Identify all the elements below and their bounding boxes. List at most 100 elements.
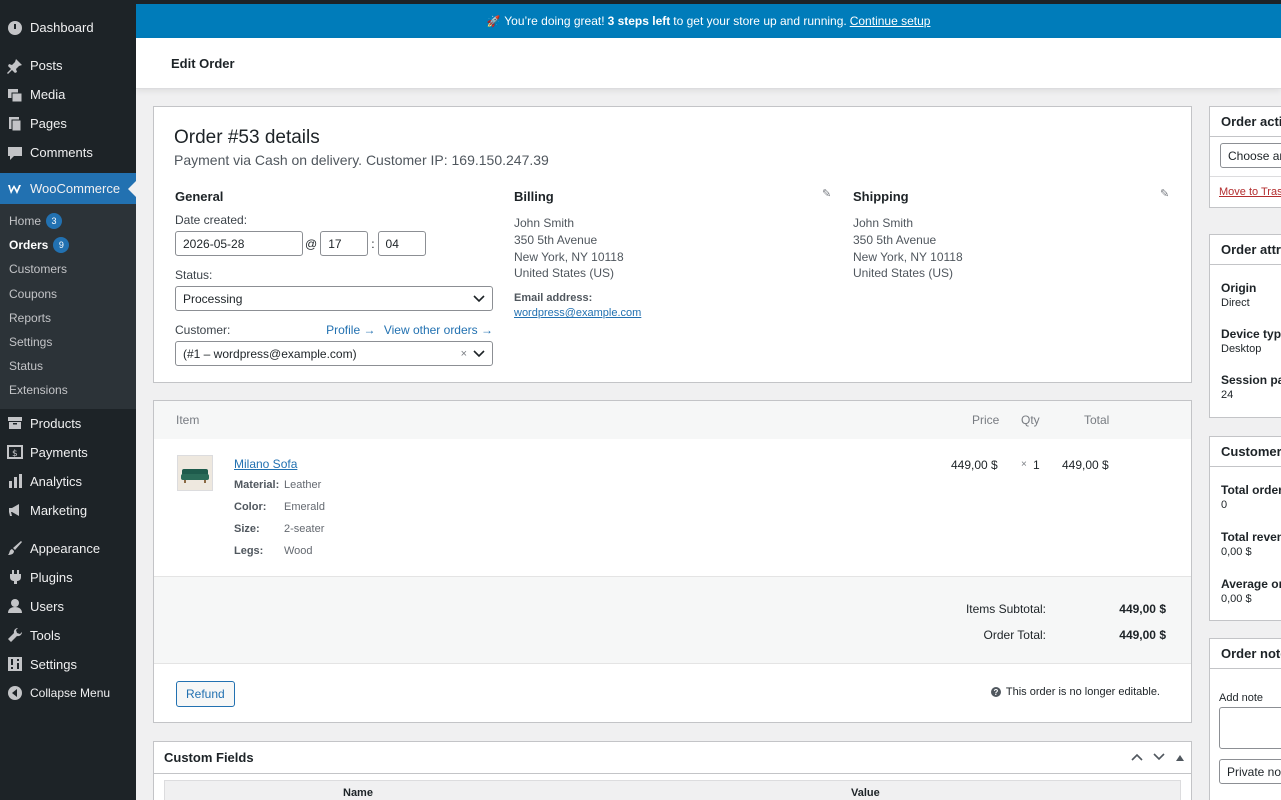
hour-value: 17 — [328, 236, 342, 251]
plug-icon — [7, 569, 23, 585]
attribute-value: 2-seater — [284, 523, 325, 535]
count-badge: 9 — [53, 237, 70, 254]
clear-icon[interactable]: × — [461, 348, 467, 360]
session-views-label: Session page views — [1221, 373, 1281, 387]
menu-label: Settings — [30, 656, 77, 672]
status-value: Processing — [183, 291, 243, 306]
custom-fields-panel: Custom Fields Name Value — [153, 741, 1192, 800]
submenu-label: Home — [9, 214, 42, 229]
menu-marketing[interactable]: Marketing — [0, 496, 136, 525]
submenu-extensions[interactable]: Extensions — [0, 378, 136, 402]
subtotal-value: 449,00 $ — [1119, 602, 1166, 616]
general-heading: General — [175, 189, 224, 204]
menu-dashboard[interactable]: Dashboard — [0, 13, 136, 42]
menu-pages[interactable]: Pages — [0, 109, 136, 138]
submenu-reports[interactable]: Reports — [0, 306, 136, 330]
email-label: Email address: — [514, 292, 593, 305]
not-editable-notice: ? This order is no longer editable. — [990, 686, 1160, 698]
shipping-heading: Shipping — [853, 189, 909, 204]
order-totals: Items Subtotal: 449,00 $ Order Total: 44… — [154, 577, 1191, 664]
items-actions: Refund ? This order is no longer editabl… — [154, 664, 1191, 722]
menu-products[interactable]: Products — [0, 409, 136, 438]
total-orders-value: 0 — [1221, 499, 1228, 511]
date-row: 2026-05-28 @ 17 : 04 — [175, 231, 493, 256]
line-item-row: Milano Sofa Material: Leather Color: Emera… — [154, 439, 1191, 577]
status-select[interactable]: Processing — [175, 286, 493, 311]
submenu-label: Reports — [9, 310, 52, 325]
user-icon — [7, 598, 23, 614]
custom-fields-columns: Name Value — [164, 780, 1181, 800]
menu-appearance[interactable]: Appearance — [0, 534, 136, 563]
archive-icon — [7, 415, 23, 431]
col-item: Item — [176, 413, 200, 427]
toggle-panel-icon[interactable] — [1176, 750, 1184, 764]
item-qty: 1 — [1033, 458, 1040, 472]
menu-comments[interactable]: Comments — [0, 138, 136, 167]
date-label: Date created: — [175, 213, 248, 227]
col-total: Total — [1084, 413, 1110, 427]
order-details-panel: Order #53 details Payment via Cash on de… — [153, 106, 1192, 383]
note-type-select[interactable]: Private note — [1219, 759, 1281, 784]
menu-payments[interactable]: $ Payments — [0, 438, 136, 467]
menu-plugins[interactable]: Plugins — [0, 563, 136, 592]
billing-email-link[interactable]: wordpress@example.com — [514, 307, 641, 319]
total-orders-label: Total orders — [1221, 483, 1281, 497]
submenu-home[interactable]: Home 3 — [0, 209, 136, 233]
order-actions-box: Order actions Choose an action... Move t… — [1209, 106, 1281, 208]
menu-settings[interactable]: Settings — [0, 650, 136, 679]
billing-street: 350 5th Avenue — [514, 232, 598, 247]
order-action-value: Choose an action... — [1228, 148, 1281, 163]
custom-fields-header[interactable]: Custom Fields — [154, 742, 1191, 774]
submenu-settings[interactable]: Settings — [0, 330, 136, 354]
order-total-value: 449,00 $ — [1119, 628, 1166, 642]
submenu-coupons[interactable]: Coupons — [0, 282, 136, 306]
order-actions-title: Order actions — [1210, 107, 1281, 137]
menu-posts[interactable]: Posts — [0, 51, 136, 80]
product-name-link[interactable]: Milano Sofa — [234, 457, 297, 471]
comment-icon — [7, 145, 23, 161]
brush-icon — [7, 540, 23, 556]
move-up-icon[interactable] — [1131, 750, 1143, 764]
submenu-orders[interactable]: Orders 9 — [0, 233, 136, 257]
move-down-icon[interactable] — [1153, 750, 1165, 764]
order-items-panel: Item Price Qty Total Milano Sofa Materia… — [153, 400, 1192, 723]
product-thumbnail — [177, 455, 213, 491]
order-attribution-title: Order attribution — [1210, 235, 1281, 265]
edit-shipping-icon[interactable]: ✎ — [1160, 187, 1170, 200]
menu-analytics[interactable]: Analytics — [0, 467, 136, 496]
time-colon: : — [371, 236, 375, 251]
attribute-label: Size: — [234, 523, 260, 535]
col-name: Name — [343, 787, 373, 799]
refund-button[interactable]: Refund — [176, 681, 235, 707]
submenu-label: Extensions — [9, 383, 68, 398]
menu-woocommerce[interactable]: WooCommerce — [0, 173, 136, 204]
continue-setup-link[interactable]: Continue setup — [850, 14, 931, 28]
move-to-trash-link[interactable]: Move to Trash — [1219, 186, 1281, 198]
not-editable-text: This order is no longer editable. — [1005, 686, 1160, 698]
collapse-menu-button[interactable]: Collapse Menu — [0, 679, 136, 708]
menu-tools[interactable]: Tools — [0, 621, 136, 650]
hour-input[interactable]: 17 — [320, 231, 369, 256]
average-order-label: Average order value — [1221, 577, 1281, 591]
rocket-icon: 🚀 — [486, 15, 501, 28]
view-other-orders-link[interactable]: View other orders → — [384, 323, 493, 337]
date-input[interactable]: 2026-05-28 — [175, 231, 303, 256]
shipping-name: John Smith — [853, 216, 914, 230]
menu-media[interactable]: Media — [0, 80, 136, 109]
add-note-textarea[interactable] — [1219, 707, 1281, 749]
date-value: 2026-05-28 — [183, 236, 245, 251]
menu-label: Posts — [30, 58, 63, 73]
menu-users[interactable]: Users — [0, 592, 136, 621]
submenu-status[interactable]: Status — [0, 354, 136, 378]
woocommerce-icon — [7, 181, 23, 197]
add-note-label: Add note — [1219, 692, 1264, 704]
customer-value: (#1 – wordpress@example.com) — [183, 346, 357, 361]
edit-billing-icon[interactable]: ✎ — [822, 187, 832, 200]
settings-sliders-icon — [7, 656, 23, 672]
submenu-customers[interactable]: Customers — [0, 257, 136, 281]
customer-select[interactable]: (#1 – wordpress@example.com) × — [175, 341, 493, 366]
order-action-select[interactable]: Choose an action... — [1220, 143, 1281, 168]
profile-link[interactable]: Profile → — [326, 323, 375, 337]
shipping-address: John Smith 350 5th Avenue New York, NY 1… — [853, 215, 1173, 282]
minute-input[interactable]: 04 — [377, 231, 426, 256]
